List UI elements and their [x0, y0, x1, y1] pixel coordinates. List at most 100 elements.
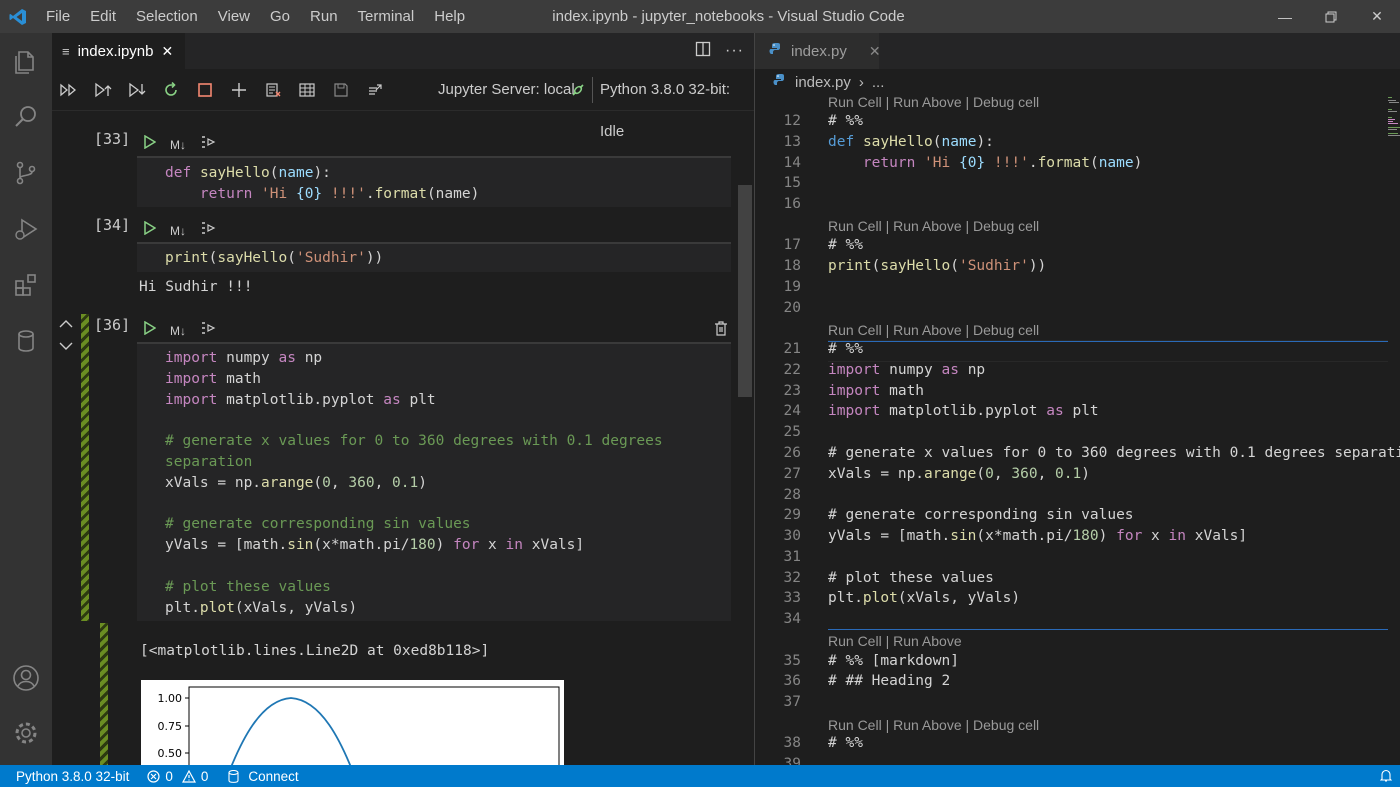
- cell-output-text: Hi Sudhir !!!: [139, 279, 253, 295]
- add-cell-icon[interactable]: [222, 74, 256, 106]
- connected-plug-icon: [570, 82, 586, 103]
- restart-kernel-icon[interactable]: [154, 74, 188, 106]
- code-lens[interactable]: Run Cell | Run Above | Debug cell: [828, 218, 1039, 234]
- source-control-icon[interactable]: [0, 145, 52, 201]
- close-window-icon[interactable]: ✕: [1354, 0, 1400, 33]
- code-line: # %%: [828, 113, 863, 129]
- cell-prompt: [34]: [94, 216, 131, 234]
- run-by-line-icon[interactable]: [200, 321, 216, 340]
- tab-index-ipynb[interactable]: ≡ index.ipynb ✕: [52, 33, 186, 69]
- code-lens[interactable]: Run Cell | Run Above: [828, 633, 962, 649]
- extensions-icon[interactable]: [0, 257, 52, 313]
- explorer-icon[interactable]: [0, 33, 52, 89]
- code-line: import math: [828, 383, 925, 399]
- menu-help[interactable]: Help: [424, 0, 475, 33]
- code-area[interactable]: Run Cell | Run Above | Debug cell Run Ce…: [755, 33, 1400, 765]
- code-line: def sayHello(name):: [828, 134, 994, 150]
- search-icon[interactable]: [0, 89, 52, 145]
- split-editor-icon[interactable]: [695, 41, 711, 62]
- code-line: plt.plot(xVals, yVals): [828, 590, 1021, 606]
- run-all-icon[interactable]: [52, 74, 86, 106]
- run-cell-icon[interactable]: [144, 220, 157, 240]
- line-number: 39: [783, 756, 801, 765]
- run-cell-icon[interactable]: [144, 134, 157, 154]
- move-cell-up-icon[interactable]: [59, 316, 73, 334]
- menu-run[interactable]: Run: [300, 0, 348, 33]
- menu-view[interactable]: View: [208, 0, 260, 33]
- code-line: # plot these values: [828, 570, 994, 586]
- activity-bar: [0, 33, 52, 765]
- notifications-bell-icon[interactable]: [1380, 769, 1392, 783]
- markdown-toggle-button[interactable]: M↓: [170, 224, 186, 238]
- code-line: xVals = np.arange(0, 360, 0.1): [165, 474, 427, 491]
- code-line: import numpy as np: [165, 350, 323, 366]
- cell-prompt: [33]: [94, 130, 131, 148]
- menu-edit[interactable]: Edit: [80, 0, 126, 33]
- move-cell-down-icon[interactable]: [59, 338, 73, 356]
- run-by-line-icon[interactable]: [200, 135, 216, 154]
- code-cell[interactable]: import numpy as np import math import ma…: [137, 342, 731, 621]
- jupyter-server-status[interactable]: Jupyter Server: local: [438, 69, 575, 111]
- restore-icon[interactable]: [1308, 0, 1354, 33]
- minimap[interactable]: [1386, 95, 1400, 165]
- code-line: xVals = np.arange(0, 360, 0.1): [828, 466, 1090, 482]
- window-controls: — ✕: [1262, 0, 1400, 33]
- scrollbar-thumb[interactable]: [738, 185, 752, 397]
- code-cell[interactable]: def sayHello(name): return 'Hi {0} !!!'.…: [137, 156, 731, 207]
- code-lens[interactable]: Run Cell | Run Above | Debug cell: [828, 322, 1039, 338]
- code-line: # generate x values for 0 to 360 degrees…: [828, 445, 1400, 461]
- run-debug-icon[interactable]: [0, 201, 52, 257]
- title-bar: File Edit Selection View Go Run Terminal…: [0, 0, 1400, 33]
- run-by-line-icon[interactable]: [200, 221, 216, 240]
- problems-indicator[interactable]: 0 0: [137, 769, 216, 784]
- code-line: import matplotlib.pyplot as plt: [828, 403, 1099, 419]
- markdown-toggle-button[interactable]: M↓: [170, 324, 186, 338]
- code-line: import math: [165, 370, 262, 387]
- cell-prompt: [36]: [94, 316, 131, 334]
- close-tab-icon[interactable]: ✕: [161, 43, 173, 60]
- menu-bar: File Edit Selection View Go Run Terminal…: [36, 0, 475, 33]
- line-number: 22: [783, 362, 801, 378]
- code-lens[interactable]: Run Cell | Run Above | Debug cell: [828, 717, 1039, 733]
- settings-gear-icon[interactable]: [0, 705, 52, 761]
- markdown-toggle-button[interactable]: M↓: [170, 138, 186, 152]
- clear-outputs-icon[interactable]: [256, 74, 290, 106]
- line-number: 18: [783, 258, 801, 274]
- cell-separator: [828, 629, 1388, 630]
- connect-status[interactable]: Connect: [216, 769, 306, 784]
- menu-selection[interactable]: Selection: [126, 0, 208, 33]
- menu-go[interactable]: Go: [260, 0, 300, 33]
- notebook-file-icon: ≡: [62, 43, 70, 59]
- code-line: separation: [165, 453, 253, 470]
- python-editor: index.py ✕ index.py › ... Run Cell | Run…: [755, 33, 1400, 765]
- menu-terminal[interactable]: Terminal: [348, 0, 425, 33]
- kernel-status[interactable]: Python 3.8.0 32-bit: Idle: [600, 69, 754, 153]
- minimize-icon[interactable]: —: [1262, 0, 1308, 33]
- code-line: # %%: [828, 735, 863, 751]
- account-icon[interactable]: [0, 650, 52, 706]
- code-cell[interactable]: print(sayHello('Sudhir')): [137, 242, 731, 272]
- error-icon: [147, 769, 160, 783]
- code-line: # generate corresponding sin values: [828, 507, 1134, 523]
- run-below-icon[interactable]: [120, 74, 154, 106]
- delete-cell-icon[interactable]: [714, 321, 728, 341]
- line-number: 31: [783, 549, 801, 565]
- code-lens[interactable]: Run Cell | Run Above | Debug cell: [828, 94, 1039, 110]
- database-icon[interactable]: [0, 313, 52, 369]
- code-line: yVals = [math.sin(x*math.pi/180) for x i…: [828, 528, 1248, 544]
- menu-file[interactable]: File: [36, 0, 80, 33]
- run-above-icon[interactable]: [86, 74, 120, 106]
- toolbar-divider: [592, 77, 593, 103]
- status-bar: Python 3.8.0 32-bit 0 0 Connect: [0, 765, 1400, 787]
- code-line: def sayHello(name):: [165, 165, 331, 181]
- python-interpreter[interactable]: Python 3.8.0 32-bit: [0, 769, 137, 784]
- run-cell-icon[interactable]: [144, 320, 157, 340]
- save-icon[interactable]: [324, 74, 358, 106]
- export-icon[interactable]: [358, 74, 392, 106]
- variables-icon[interactable]: [290, 74, 324, 106]
- interrupt-kernel-icon[interactable]: [188, 74, 222, 106]
- more-actions-icon[interactable]: ···: [725, 42, 744, 60]
- code-line: # %% [markdown]: [828, 653, 959, 669]
